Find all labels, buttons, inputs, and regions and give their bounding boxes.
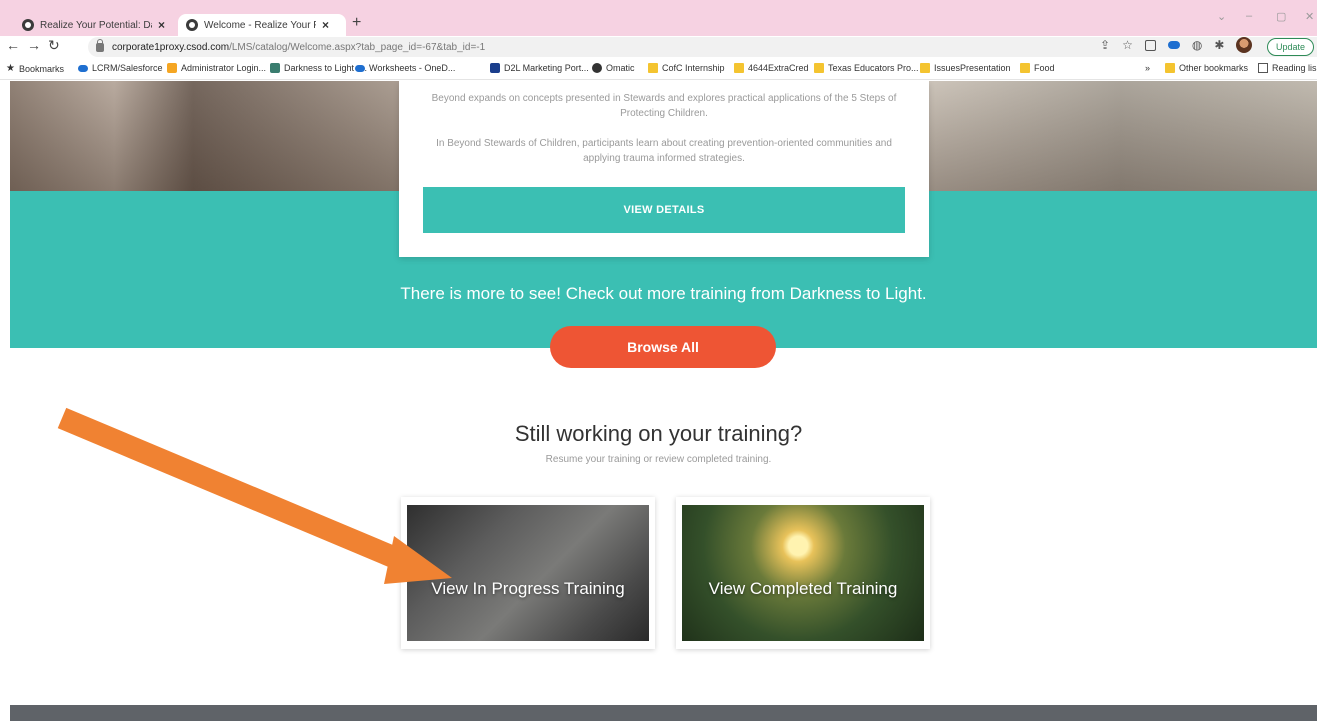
tab-welcome[interactable]: Welcome - Realize Your Potentia × — [178, 14, 346, 36]
other-bookmarks[interactable]: Other bookmarks — [1165, 63, 1248, 73]
browser-toolbar: ← → ↻ corporate1proxy.csod.com/LMS/catal… — [0, 36, 1317, 58]
update-button[interactable]: Update — [1267, 38, 1315, 56]
minimize-icon[interactable]: – — [1246, 10, 1252, 22]
puzzle-icon[interactable]: ✱ — [1214, 38, 1224, 52]
bookmark-item[interactable]: CofC Internship — [648, 63, 725, 73]
reading-list-icon — [1258, 63, 1268, 73]
view-in-progress-tile[interactable]: View In Progress Training — [401, 497, 655, 649]
page-viewport: Beyond expands on concepts presented in … — [0, 81, 1317, 721]
bookmarks-bar: ★ Bookmarks LCRM/Salesforce Administrator… — [0, 58, 1317, 80]
course-description-1: Beyond expands on concepts presented in … — [431, 93, 897, 119]
folder-icon — [1020, 63, 1030, 73]
bookmark-item[interactable]: 4644ExtraCred — [734, 63, 809, 73]
lock-icon[interactable] — [96, 38, 104, 52]
reading-list[interactable]: Reading lis — [1258, 63, 1317, 73]
laptop-typing-image[interactable]: View In Progress Training — [407, 505, 649, 641]
folder-icon — [1165, 63, 1175, 73]
lightbulb-hand-image[interactable]: View Completed Training — [682, 505, 924, 641]
bookmark-item[interactable]: Omatic — [592, 63, 635, 73]
tile-label: View In Progress Training — [431, 578, 625, 598]
onedrive-icon — [355, 64, 365, 72]
close-icon[interactable]: × — [158, 18, 165, 32]
folder-icon — [734, 63, 744, 73]
more-training-text: There is more to see! Check out more tra… — [400, 284, 927, 303]
folder-icon — [648, 63, 658, 73]
chevron-down-icon[interactable]: ⌄ — [1217, 10, 1226, 23]
tab-title: Welcome - Realize Your Potentia — [204, 19, 316, 31]
bookmarks-overflow[interactable]: » — [1145, 63, 1150, 73]
admin-icon — [167, 63, 177, 73]
bookmark-item[interactable]: Texas Educators Pro... — [814, 63, 919, 73]
globe-icon — [186, 19, 198, 31]
star-outline-icon[interactable]: ☆ — [1122, 38, 1133, 52]
bookmark-item[interactable]: D2L Marketing Port... — [490, 63, 589, 73]
profile-avatar[interactable] — [1236, 37, 1253, 53]
star-icon: ★ — [6, 63, 15, 74]
reload-icon[interactable]: ↻ — [48, 37, 60, 54]
d2l-portal-icon — [490, 63, 500, 73]
forward-arrow-icon[interactable]: → — [27, 37, 41, 53]
bookmark-item[interactable]: Administrator Login... — [167, 63, 266, 73]
share-icon[interactable]: ⇪ — [1100, 38, 1110, 52]
footer-bar — [10, 705, 1317, 721]
bookmark-item[interactable]: ★ Bookmarks — [6, 63, 64, 74]
url-path: /LMS/catalog/Welcome.aspx?tab_page_id=-6… — [229, 41, 486, 53]
folder-icon — [814, 63, 824, 73]
bookmark-item[interactable]: Darkness to Light -... — [270, 63, 367, 73]
still-working-title: Still working on your training? — [514, 421, 803, 446]
view-details-button[interactable]: VIEW DETAILS — [423, 187, 905, 233]
bookmark-item[interactable]: IssuesPresentation — [920, 63, 1011, 73]
close-window-icon[interactable]: ✕ — [1305, 10, 1314, 23]
new-tab-button[interactable]: + — [352, 14, 361, 32]
bookmark-item[interactable]: LCRM/Salesforce — [78, 63, 163, 73]
bookmark-item[interactable]: Worksheets - OneD... — [355, 63, 455, 73]
course-description-2: In Beyond Stewards of Children, particip… — [436, 138, 892, 164]
d2l-icon — [270, 63, 280, 73]
globe-icon — [22, 19, 34, 31]
cloud-icon — [78, 64, 88, 72]
folder-icon — [920, 63, 930, 73]
url-host: corporate1proxy.csod.com — [112, 41, 230, 53]
close-icon[interactable]: × — [322, 18, 329, 32]
bookmark-item[interactable]: Food — [1020, 63, 1055, 73]
browser-tab-strip: Realize Your Potential: Darkness t × Wel… — [0, 0, 1317, 36]
tab-title: Realize Your Potential: Darkness t — [40, 19, 152, 31]
course-description: Beyond expands on concepts presented in … — [399, 81, 929, 166]
toolbar-icons: ⇪ ☆ ◍ ✱ — [1100, 37, 1253, 53]
tab-realize-your-potential[interactable]: Realize Your Potential: Darkness t × — [14, 14, 178, 36]
salesforce-extension-icon[interactable] — [1167, 41, 1180, 49]
still-working-subtitle: Resume your training or review completed… — [545, 454, 772, 465]
restore-icon[interactable]: ▢ — [1276, 10, 1286, 23]
browse-all-button[interactable]: Browse All — [550, 326, 776, 368]
circle-extension-icon[interactable]: ◍ — [1192, 38, 1202, 52]
view-completed-tile[interactable]: View Completed Training — [676, 497, 930, 649]
omatic-icon — [592, 63, 602, 73]
back-arrow-icon[interactable]: ← — [6, 37, 20, 53]
extension-square-icon[interactable] — [1144, 39, 1156, 51]
tile-label: View Completed Training — [708, 578, 898, 598]
course-card-beyond-stewards: Beyond expands on concepts presented in … — [399, 81, 929, 257]
